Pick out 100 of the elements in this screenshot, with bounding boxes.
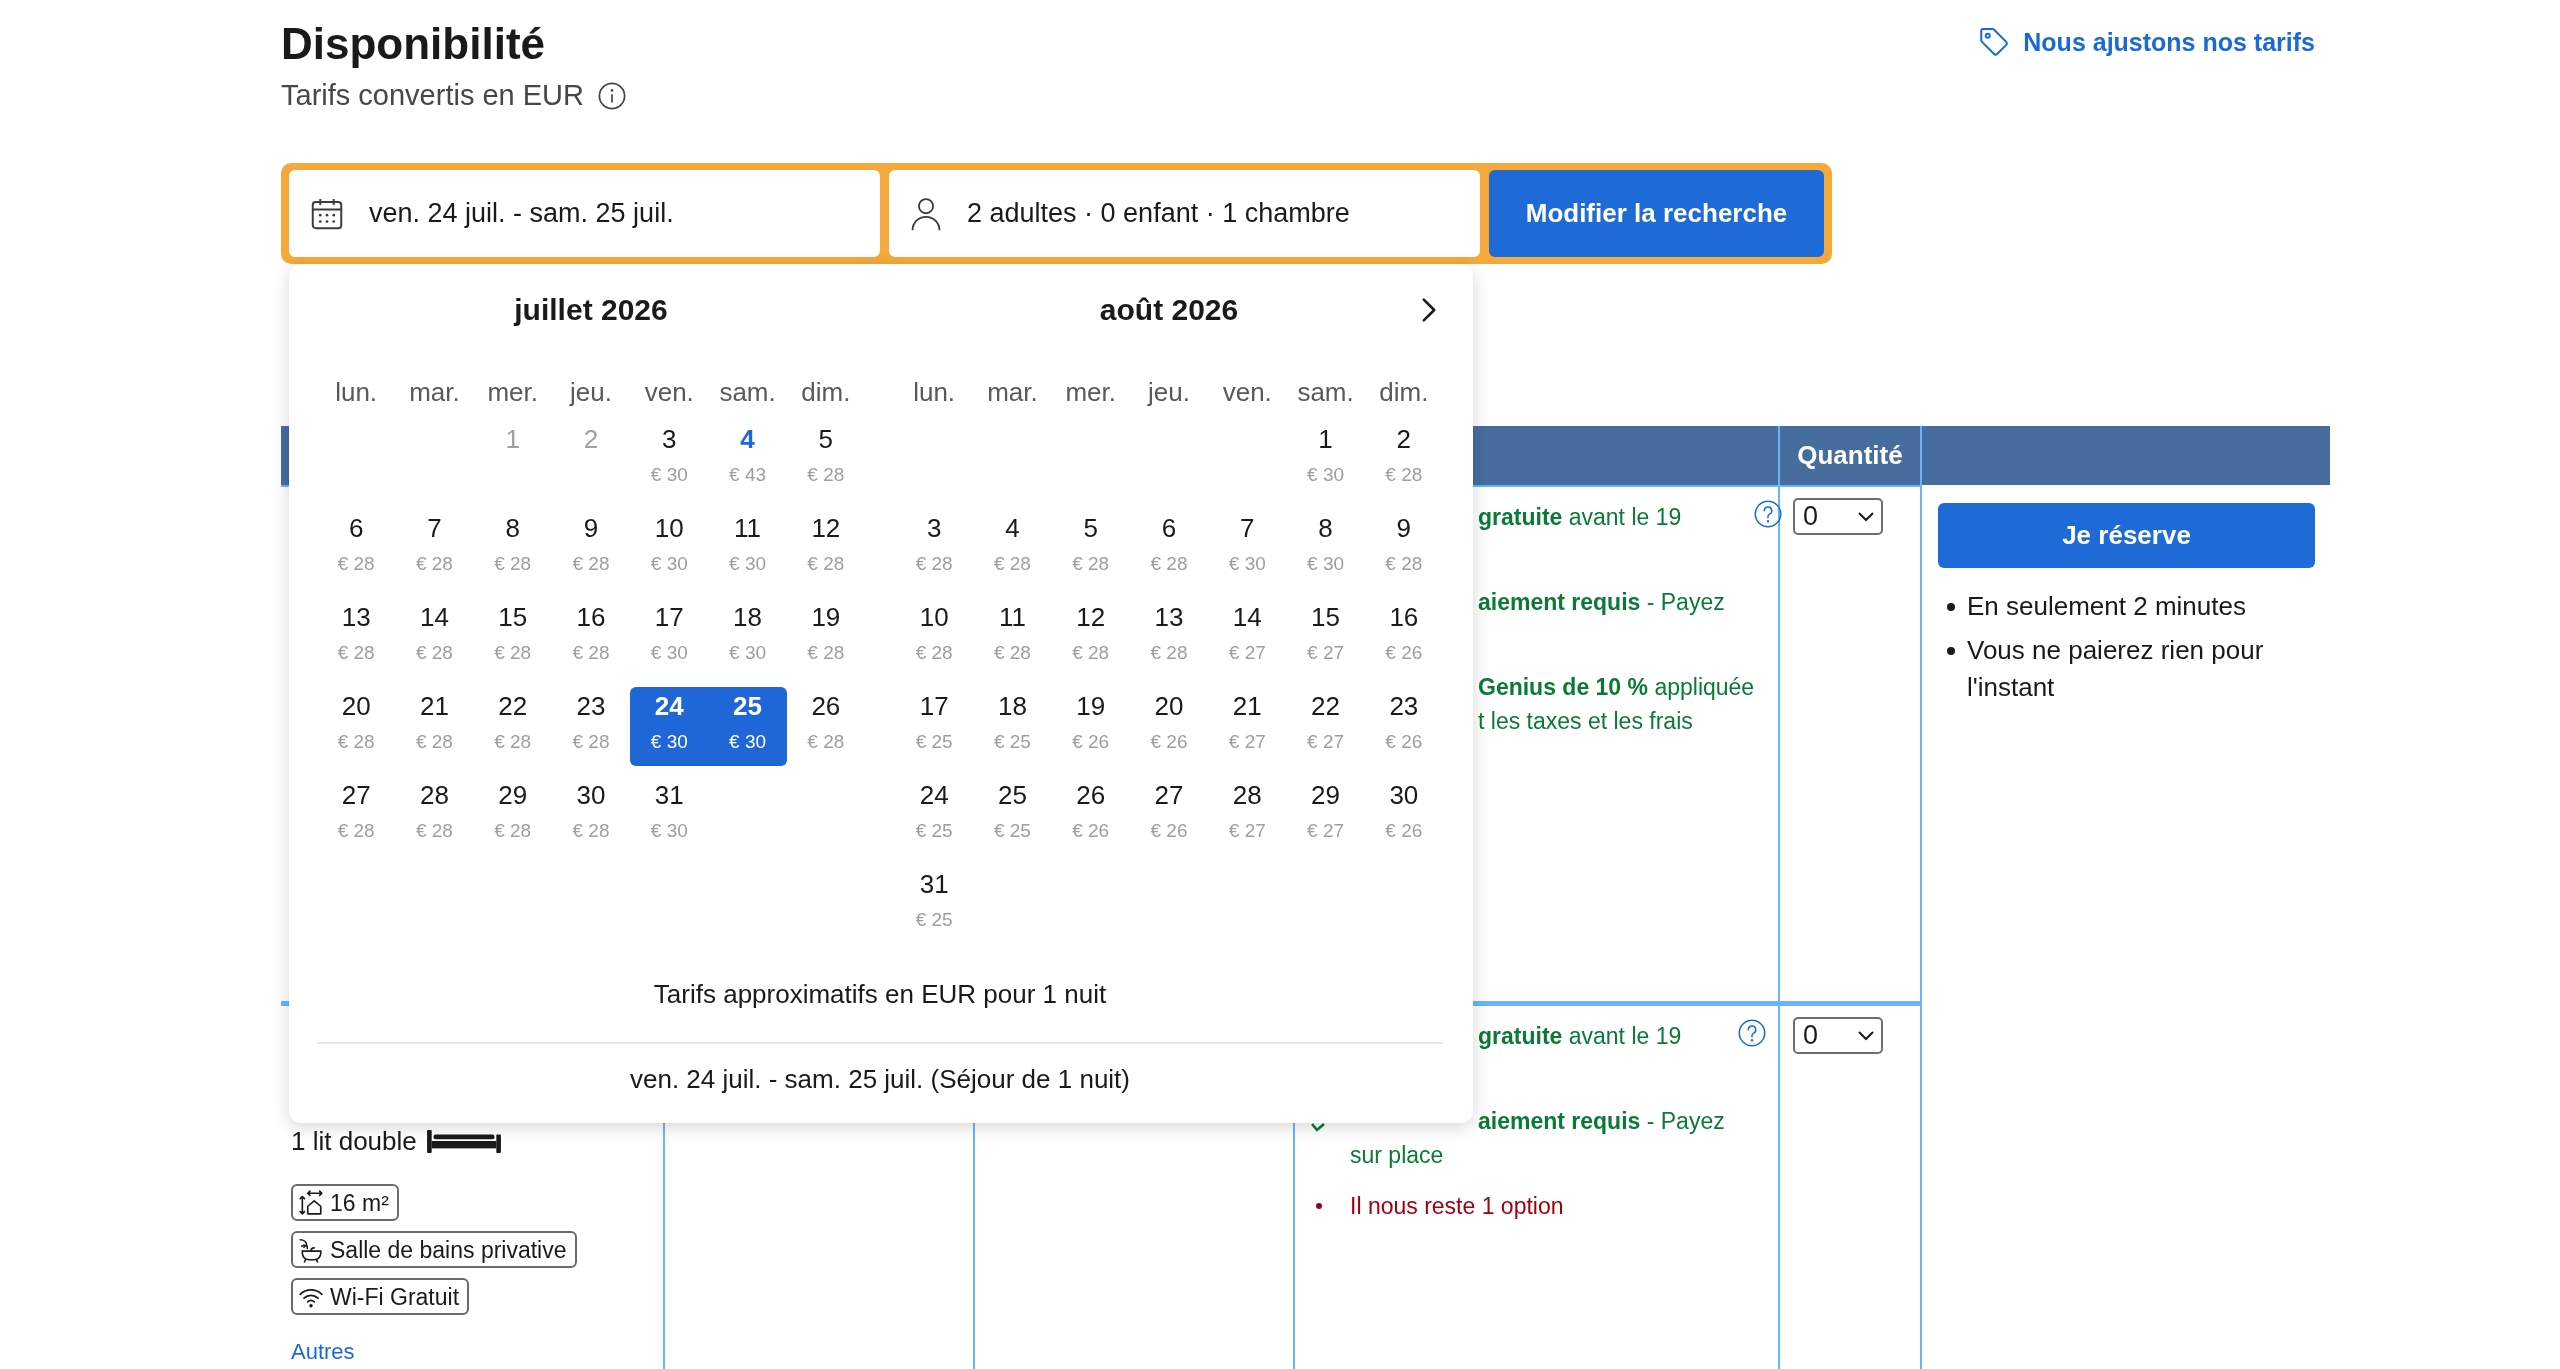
benefit-text: Vous ne paierez rien pour l'instant [1967, 634, 2265, 704]
calendar-day[interactable]: 1 € 30 [1286, 420, 1365, 499]
calendar-day[interactable]: 10 € 30 [630, 509, 709, 588]
calendar-day[interactable]: 19 € 26 [1051, 687, 1130, 766]
chevron-right-icon[interactable] [1421, 297, 1437, 323]
calendar-day[interactable]: 13 € 28 [1129, 598, 1209, 677]
calendar-day[interactable]: 16 € 28 [551, 598, 631, 677]
calendar-day[interactable]: 15 € 27 [1286, 598, 1365, 677]
calendar-day[interactable]: 3 € 28 [895, 509, 974, 588]
availability-warning: Il nous reste 1 option [1350, 1192, 1564, 1221]
weekday-label: dim. [800, 376, 852, 409]
calendar-day[interactable]: 15 € 28 [473, 598, 552, 677]
modify-search-button[interactable]: Modifier la recherche [1489, 170, 1824, 257]
calendar-day[interactable]: 4 € 28 [973, 509, 1052, 588]
calendar-day[interactable]: 7 € 28 [395, 509, 474, 588]
weekday-label: jeu. [568, 376, 613, 409]
more-link[interactable]: Autres [291, 1339, 355, 1365]
calendar-day[interactable]: 28 € 28 [395, 776, 474, 855]
calendar-day[interactable]: 24 € 25 [895, 776, 974, 855]
calendar-day[interactable]: 14 € 27 [1208, 598, 1287, 677]
price-note: Tarifs approximatifs en EUR pour 1 nuit [652, 978, 1108, 1011]
caret-icon [1857, 511, 1875, 522]
column-header: Quantité [1797, 439, 1903, 472]
calendar-day[interactable]: 18 € 30 [708, 598, 787, 677]
calendar-day[interactable]: 9 € 28 [551, 509, 631, 588]
calendar-day[interactable]: 2 € 28 [1364, 420, 1443, 499]
calendar-day[interactable]: 20 € 26 [1129, 687, 1209, 766]
calendar-day[interactable]: 21 € 27 [1208, 687, 1287, 766]
calendar-day[interactable]: 20 € 28 [317, 687, 396, 766]
reserve-button[interactable]: Je réserve [1938, 503, 2315, 568]
weekday-label: mar. [986, 376, 1039, 409]
calendar-day[interactable]: 23 € 28 [551, 687, 631, 766]
calendar-day[interactable]: 10 € 28 [895, 598, 974, 677]
quantity-select[interactable]: 0 [1793, 1017, 1883, 1054]
condition-text: gratuite avant le 19 [1478, 1022, 1682, 1051]
calendar-day[interactable]: 18 € 25 [973, 687, 1052, 766]
weekday-label: jeu. [1146, 376, 1191, 409]
calendar-day[interactable]: 7 € 30 [1208, 509, 1287, 588]
calendar-day[interactable]: 11 € 30 [708, 509, 787, 588]
calendar-day[interactable]: 6 € 28 [317, 509, 396, 588]
bullet-icon [1947, 603, 1955, 611]
calendar-day[interactable]: 8 € 30 [1286, 509, 1365, 588]
calendar-day[interactable]: 12 € 28 [1051, 598, 1130, 677]
calendar-day[interactable]: 28 € 27 [1208, 776, 1287, 855]
calendar-day[interactable]: 26 € 28 [786, 687, 865, 766]
calendar-day[interactable]: 5 € 28 [1051, 509, 1130, 588]
calendar-day[interactable]: 29 € 28 [473, 776, 552, 855]
calendar-day[interactable]: 30 € 28 [551, 776, 631, 855]
calendar-day[interactable]: 21 € 28 [395, 687, 474, 766]
calendar-day[interactable]: 9 € 28 [1364, 509, 1443, 588]
calendar-day[interactable]: 26 € 26 [1051, 776, 1130, 855]
weekday-label: mar. [408, 376, 461, 409]
calendar-day[interactable]: 22 € 27 [1286, 687, 1365, 766]
facility-label: Wi-Fi Gratuit [330, 1282, 460, 1311]
help-icon[interactable] [1754, 500, 1783, 528]
benefit-text: En seulement 2 minutes [1967, 590, 2246, 623]
pricing-link[interactable]: Nous ajustons nos tarifs [1979, 25, 2315, 59]
date-field[interactable]: ven. 24 juil. - sam. 25 juil. [289, 170, 880, 257]
info-icon[interactable] [598, 81, 626, 110]
subtitle: Tarifs convertis en EUR [281, 78, 584, 113]
help-icon[interactable] [1738, 1019, 1766, 1047]
weekday-label: lun. [334, 376, 379, 409]
calendar-day[interactable]: 12 € 28 [786, 509, 865, 588]
weekday-label: sam. [1296, 376, 1355, 409]
calendar-day[interactable]: 17 € 25 [895, 687, 974, 766]
bullet-icon [1947, 647, 1955, 655]
calendar-day[interactable]: 5 € 28 [786, 420, 865, 499]
weekday-label: sam. [718, 376, 777, 409]
house-arrows-icon [298, 1189, 324, 1216]
calendar-day[interactable]: 6 € 28 [1129, 509, 1209, 588]
calendar-day[interactable]: 4 € 43 [708, 420, 787, 499]
facility-label: 16 m² [330, 1188, 389, 1217]
calendar-day[interactable]: 30 € 26 [1364, 776, 1443, 855]
calendar-day[interactable]: 29 € 27 [1286, 776, 1365, 855]
calendar-day[interactable]: 17 € 30 [630, 598, 709, 677]
calendar-day[interactable]: 24 € 30 [630, 687, 709, 766]
guests-field[interactable]: 2 adultes · 0 enfant · 1 chambre [889, 170, 1480, 257]
weekday-label: mer. [1064, 376, 1117, 409]
calendar-day[interactable]: 8 € 28 [473, 509, 552, 588]
calendar-day[interactable]: 19 € 28 [786, 598, 865, 677]
calendar-day[interactable]: 3 € 30 [630, 420, 709, 499]
condition-text: sur place [1350, 1141, 1445, 1170]
calendar-day[interactable]: 23 € 26 [1364, 687, 1443, 766]
condition-text: gratuite avant le 19 [1478, 503, 1682, 532]
quantity-select[interactable]: 0 [1793, 498, 1883, 535]
calendar-day[interactable]: 25 € 25 [973, 776, 1052, 855]
calendar-day[interactable]: 11 € 28 [973, 598, 1052, 677]
condition-text: t les taxes et les frais [1478, 707, 1694, 736]
calendar-day[interactable]: 16 € 26 [1364, 598, 1443, 677]
calendar-day[interactable]: 13 € 28 [317, 598, 396, 677]
calendar-day[interactable]: 22 € 28 [473, 687, 552, 766]
bed-info: 1 lit double [291, 1125, 417, 1157]
weekday-label: dim. [1378, 376, 1430, 409]
calendar-day[interactable]: 14 € 28 [395, 598, 474, 677]
calendar-day[interactable]: 31 € 30 [630, 776, 709, 855]
calendar-day[interactable]: 27 € 28 [317, 776, 396, 855]
calendar-day[interactable]: 31 € 25 [895, 865, 974, 944]
calendar-day[interactable]: 25 € 30 [708, 687, 787, 766]
calendar-day[interactable]: 27 € 26 [1129, 776, 1209, 855]
bed-icon [424, 1129, 503, 1153]
